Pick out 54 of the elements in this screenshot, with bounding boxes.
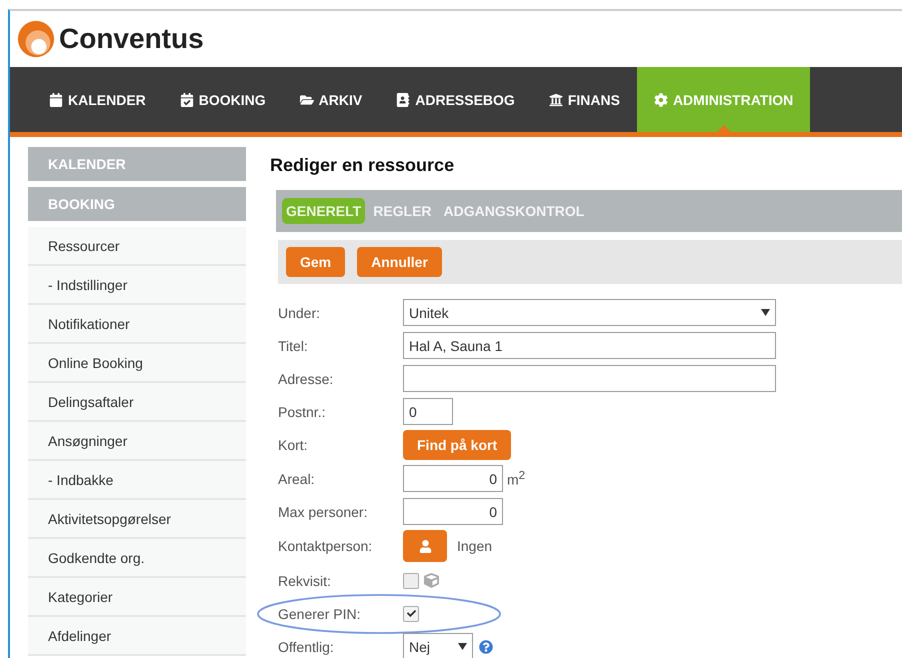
- sidebar-item[interactable]: Ansøgninger: [28, 422, 246, 461]
- text-field[interactable]: 0: [403, 398, 453, 425]
- logo-icon: [16, 19, 56, 59]
- field-label: Postnr.:: [278, 404, 326, 420]
- number-field[interactable]: 0: [403, 465, 503, 492]
- number-field[interactable]: 0: [403, 498, 503, 525]
- nav-tab[interactable]: BOOKING: [162, 67, 283, 132]
- gear-icon: [654, 92, 668, 106]
- nav-tab[interactable]: FINANS: [532, 67, 637, 132]
- field-label: Rekvisit:: [278, 572, 332, 588]
- field-label: Under:: [278, 304, 322, 320]
- sidebar-item[interactable]: Aktivitetsopgørelser: [28, 500, 246, 539]
- text-field[interactable]: [403, 365, 776, 392]
- folder-icon: [300, 92, 314, 106]
- field-label: Kort:: [278, 437, 309, 453]
- bank-icon: [548, 92, 563, 106]
- sidebar-item[interactable]: Online Booking: [28, 344, 246, 383]
- check-icon: [406, 609, 416, 618]
- checkbox[interactable]: [403, 606, 419, 622]
- caret-icon: [458, 643, 467, 650]
- contact-button[interactable]: [403, 530, 447, 562]
- contact-card-icon: [396, 92, 410, 106]
- sidebar-item[interactable]: Notifikationer: [28, 305, 246, 344]
- sidebar-item[interactable]: Kategorier: [28, 578, 246, 617]
- field-label: Generer PIN:: [278, 606, 362, 622]
- sidebar-item[interactable]: Delingsaftaler: [28, 383, 246, 422]
- person-icon: [418, 540, 432, 552]
- unit-label: m$^{2}$: [507, 469, 526, 488]
- page-title: Rediger en ressource: [270, 155, 456, 176]
- select-field[interactable]: Unitek: [403, 299, 776, 326]
- select-field[interactable]: Nej: [403, 633, 473, 658]
- field-label: Adresse:: [278, 370, 334, 386]
- logo-text: Conventus: [59, 23, 204, 55]
- sidebar-item[interactable]: Ressourcer: [28, 227, 246, 266]
- field-label: Kontaktperson:: [278, 538, 374, 554]
- nav-tab[interactable]: ADRESSEBOG: [379, 67, 532, 132]
- help-icon[interactable]: [479, 640, 493, 654]
- calendar-check-icon: [180, 92, 194, 106]
- field-label: Max personer:: [278, 504, 368, 520]
- nav-tab[interactable]: ARKIV: [282, 67, 380, 132]
- caret-icon: [761, 309, 770, 316]
- text-field[interactable]: Hal A, Sauna 1: [403, 332, 776, 359]
- field-label: Offentlig:: [278, 638, 335, 654]
- calendar-icon: [49, 92, 63, 106]
- sidebar-item[interactable]: Godkendte org.: [28, 539, 246, 578]
- contact-value: Ingen: [457, 538, 492, 554]
- active-indicator: [716, 125, 731, 132]
- field-label: Areal:: [278, 470, 316, 486]
- nav-tab[interactable]: KALENDER: [32, 67, 163, 132]
- sidebar-item[interactable]: - Indbakke: [28, 461, 246, 500]
- sidebar-item[interactable]: - Indstillinger: [28, 266, 246, 305]
- field-label: Titel:: [278, 338, 309, 354]
- checkbox[interactable]: [403, 572, 419, 588]
- sidebar-item[interactable]: Afdelinger: [28, 617, 246, 656]
